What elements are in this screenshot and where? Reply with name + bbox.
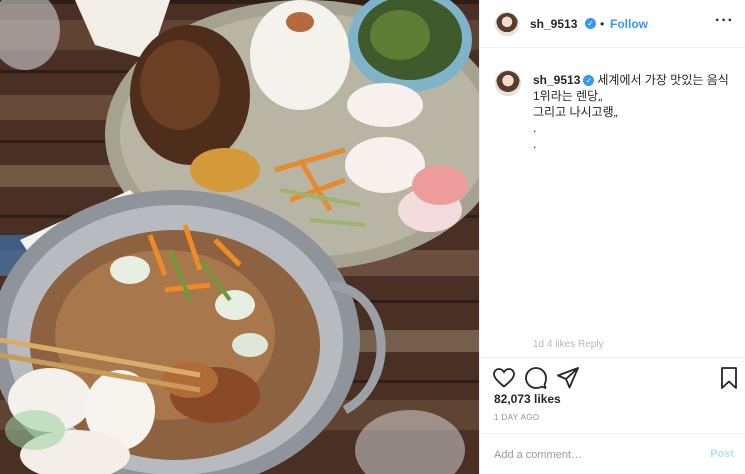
follow-button[interactable]: Follow — [610, 17, 648, 31]
more-options-icon[interactable]: ··· — [715, 12, 734, 30]
header-separator: • — [600, 17, 605, 31]
caption-verified-badge-icon: ✓ — [583, 75, 595, 87]
caption-author-avatar[interactable] — [495, 70, 521, 96]
author-avatar[interactable] — [495, 12, 519, 36]
comment-meta-faded: 1d 4 likes Reply — [533, 339, 604, 350]
post-sidebar: sh_9513 ✓ • Follow ··· sh_9513 ✓ 세계에서 가장 맛… — [479, 0, 745, 474]
comment-icon[interactable] — [524, 366, 548, 390]
bookmark-icon[interactable] — [717, 366, 741, 390]
add-comment-bar: Post — [480, 433, 745, 474]
heart-icon[interactable] — [492, 366, 516, 390]
post-header: sh_9513 ✓ • Follow ··· — [480, 0, 745, 48]
post-photo[interactable] — [0, 0, 479, 474]
like-count[interactable]: 82,073 likes — [494, 392, 561, 406]
caption-username[interactable]: sh_9513 — [533, 73, 580, 87]
post-caption: sh_9513 ✓ 세계에서 가장 맛있는 음식 1위라는 렌당„ 그리고 나시고랭… — [533, 72, 733, 152]
verified-badge-icon: ✓ — [585, 18, 596, 29]
instagram-post-view: sh_9513 ✓ • Follow ··· sh_9513 ✓ 세계에서 가장 맛… — [0, 0, 745, 474]
action-bar — [480, 357, 745, 393]
food-photo-illustration — [0, 0, 479, 474]
post-comment-button[interactable]: Post — [710, 448, 734, 460]
post-timestamp[interactable]: 1 DAY AGO — [494, 413, 540, 422]
comments-section[interactable]: sh_9513 ✓ 세계에서 가장 맛있는 음식 1위라는 렌당„ 그리고 나시고랭… — [480, 48, 745, 352]
add-comment-input[interactable] — [494, 446, 694, 464]
author-username[interactable]: sh_9513 — [530, 17, 577, 31]
share-icon[interactable] — [556, 366, 580, 390]
